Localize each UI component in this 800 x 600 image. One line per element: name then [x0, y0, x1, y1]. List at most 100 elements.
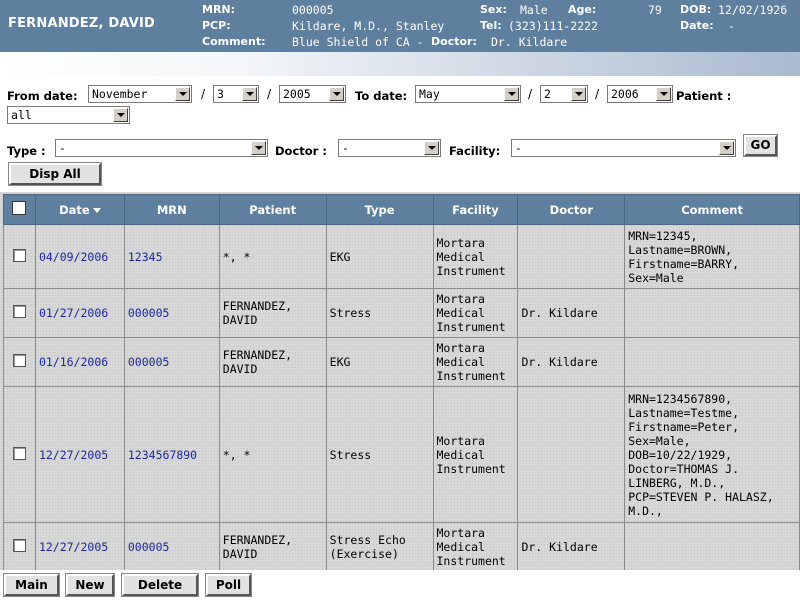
- table-row: 01/16/2006 000005 FERNANDEZ, DAVID EKG M…: [3, 337, 800, 387]
- table-row: 12/27/2005 000005 FERNANDEZ, DAVID Stres…: [3, 522, 800, 572]
- type-select[interactable]: -: [55, 139, 268, 157]
- table-row: 12/27/2005 1234567890 *, * Stress Mortar…: [3, 386, 800, 523]
- chevron-down-icon[interactable]: [242, 87, 257, 101]
- age-label: Age:: [568, 3, 597, 16]
- to-year-select[interactable]: 2006: [607, 85, 673, 103]
- doctor-label: Doctor:: [431, 35, 477, 48]
- date-separator: /: [595, 87, 600, 101]
- row-patient: FERNANDEZ, DAVID: [218, 288, 327, 338]
- sex-label: Sex:: [480, 3, 507, 16]
- chevron-down-icon[interactable]: [656, 87, 671, 101]
- row-select-cell: [3, 386, 36, 523]
- mrn-label: MRN:: [202, 3, 236, 16]
- chevron-down-icon[interactable]: [251, 141, 266, 155]
- facility-filter-label: Facility:: [449, 144, 501, 158]
- row-checkbox[interactable]: [12, 305, 26, 318]
- from-day-value: 3: [217, 87, 224, 101]
- to-year-value: 2006: [611, 87, 639, 101]
- chevron-down-icon[interactable]: [719, 141, 734, 155]
- date-separator: /: [267, 87, 272, 101]
- row-mrn-link[interactable]: 12345: [123, 224, 220, 289]
- header-date[interactable]: Date: [34, 194, 125, 225]
- sort-desc-icon: [92, 207, 101, 213]
- row-date-link[interactable]: 12/27/2005: [34, 386, 125, 523]
- from-date-label: From date:: [7, 89, 78, 103]
- to-month-select[interactable]: May: [415, 85, 521, 103]
- row-checkbox[interactable]: [12, 539, 26, 552]
- chevron-down-icon[interactable]: [504, 87, 519, 101]
- go-button[interactable]: GO: [743, 134, 778, 157]
- row-comment: MRN=12345, Lastname=BROWN, Firstname=BAR…: [624, 224, 800, 289]
- poll-button[interactable]: Poll: [205, 573, 252, 597]
- chevron-down-icon[interactable]: [571, 87, 586, 101]
- from-month-value: November: [92, 87, 148, 101]
- display-all-button[interactable]: Disp All: [8, 162, 102, 186]
- row-doctor: Dr. Kildare: [517, 337, 626, 387]
- from-year-select[interactable]: 2005: [279, 85, 346, 103]
- row-checkbox[interactable]: [12, 446, 26, 460]
- main-button[interactable]: Main: [3, 573, 60, 597]
- header-doctor[interactable]: Doctor: [517, 194, 626, 225]
- doctor-filter-label: Doctor :: [275, 144, 327, 158]
- row-facility: Mortara Medical Instrument: [432, 288, 519, 338]
- table-row: 01/27/2006 000005 FERNANDEZ, DAVID Stres…: [3, 288, 800, 338]
- row-mrn-link[interactable]: 000005: [123, 337, 220, 387]
- select-all-checkbox[interactable]: [12, 201, 27, 215]
- row-mrn-link[interactable]: 1234567890: [123, 386, 220, 523]
- row-type: Stress Echo (Exercise): [325, 522, 434, 572]
- row-comment: [624, 522, 800, 572]
- header-facility[interactable]: Facility: [432, 194, 519, 225]
- date-label: Date:: [680, 19, 714, 32]
- header-date-label: Date: [59, 202, 90, 217]
- row-date-link[interactable]: 12/27/2005: [34, 522, 125, 572]
- header-patient[interactable]: Patient: [218, 194, 327, 225]
- chevron-down-icon[interactable]: [175, 87, 190, 101]
- header-mrn[interactable]: MRN: [123, 194, 220, 225]
- header-comment[interactable]: Comment: [624, 194, 800, 225]
- row-type: Stress: [325, 288, 434, 338]
- row-select-cell: [3, 224, 36, 289]
- to-month-value: May: [419, 87, 440, 101]
- row-date-link[interactable]: 01/27/2006: [34, 288, 125, 338]
- row-facility: Mortara Medical Instrument: [432, 522, 519, 572]
- row-facility: Mortara Medical Instrument: [432, 386, 519, 523]
- to-day-value: 2: [544, 87, 551, 101]
- patient-select-value: all: [11, 108, 32, 122]
- age-value: 79: [648, 3, 662, 17]
- row-date-link[interactable]: 01/16/2006: [34, 337, 125, 387]
- chevron-down-icon[interactable]: [329, 87, 344, 101]
- date-separator: /: [201, 87, 206, 101]
- to-day-select[interactable]: 2: [540, 85, 588, 103]
- row-mrn-link[interactable]: 000005: [123, 288, 220, 338]
- row-mrn-link[interactable]: 000005: [123, 522, 220, 572]
- pcp-value: Kildare, M.D., Stanley: [292, 19, 445, 33]
- doctor-value: Dr. Kildare: [491, 35, 568, 49]
- row-facility: Mortara Medical Instrument: [432, 224, 519, 289]
- chevron-down-icon[interactable]: [113, 108, 128, 122]
- tel-value: (323)111-2222: [508, 19, 599, 33]
- row-doctor: [517, 386, 626, 523]
- patient-select[interactable]: all: [7, 106, 130, 124]
- header-type[interactable]: Type: [325, 194, 434, 225]
- from-day-select[interactable]: 3: [213, 85, 259, 103]
- row-date-link[interactable]: 04/09/2006: [34, 224, 125, 289]
- row-patient: *, *: [218, 386, 327, 523]
- row-checkbox[interactable]: [12, 354, 26, 367]
- row-doctor: Dr. Kildare: [517, 522, 626, 572]
- dob-value: 12/02/1926: [718, 3, 788, 17]
- dob-label: DOB:: [680, 3, 712, 16]
- row-patient: *, *: [218, 224, 327, 289]
- action-bar: Main New Delete Poll: [0, 570, 800, 600]
- facility-select[interactable]: -: [511, 139, 736, 157]
- type-filter-label: Type :: [7, 144, 46, 158]
- row-select-cell: [3, 337, 36, 387]
- table-header-row: Date MRN Patient Type Facility Doctor Co…: [3, 194, 800, 225]
- new-button[interactable]: New: [65, 573, 115, 597]
- doctor-select[interactable]: -: [338, 139, 441, 157]
- pcp-label: PCP:: [202, 19, 231, 32]
- row-checkbox[interactable]: [12, 248, 26, 262]
- from-month-select[interactable]: November: [88, 85, 192, 103]
- chevron-down-icon[interactable]: [424, 141, 439, 155]
- row-select-cell: [3, 522, 36, 572]
- delete-button[interactable]: Delete: [121, 573, 199, 597]
